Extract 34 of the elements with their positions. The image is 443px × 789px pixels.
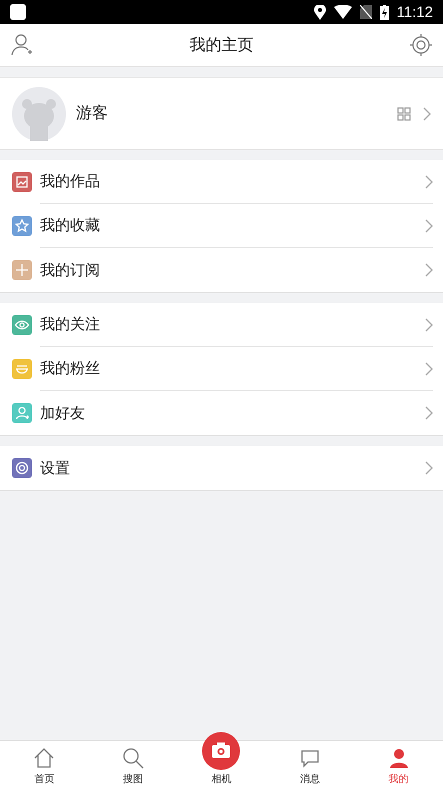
location-icon <box>314 4 326 20</box>
nav-tab[interactable]: 我的 <box>354 741 443 789</box>
chevron-icon <box>425 318 433 332</box>
nav-tab[interactable]: 首页 <box>0 741 89 789</box>
nav-tab[interactable]: 消息 <box>266 741 354 789</box>
menu-item[interactable]: 加好友 <box>40 404 425 422</box>
nav-tab[interactable]: 搜图 <box>88 741 178 789</box>
no-sim-icon <box>360 5 372 19</box>
qr-code-icon[interactable] <box>397 106 411 120</box>
menu-item[interactable]: 我的粉丝 <box>40 359 425 378</box>
page-title: 我的主页 <box>190 34 254 56</box>
wifi-icon <box>334 5 352 19</box>
chevron-icon <box>423 106 431 120</box>
battery-icon <box>380 4 389 20</box>
avatar <box>12 86 66 140</box>
chevron-icon <box>425 174 433 188</box>
profile-row[interactable]: 游客 <box>0 77 443 150</box>
settings-icon[interactable] <box>409 33 433 57</box>
menu-item[interactable]: 我的作品 <box>40 172 425 191</box>
menu-item[interactable]: 设置 <box>40 458 425 478</box>
search-icon <box>120 746 145 770</box>
menu-item[interactable]: 我的收藏 <box>40 216 425 235</box>
nav-tab[interactable]: 相机 <box>177 732 266 789</box>
menu-item[interactable]: 我的订阅 <box>40 260 425 280</box>
app-icon <box>10 4 26 20</box>
chevron-icon <box>425 406 433 420</box>
menu-item[interactable]: 我的关注 <box>40 315 425 334</box>
user-name: 游客 <box>76 103 109 124</box>
add-user-icon[interactable] <box>10 33 34 57</box>
clock: 11:12 <box>396 4 433 20</box>
chevron-icon <box>425 461 433 475</box>
chevron-icon <box>425 362 433 376</box>
chevron-icon <box>425 263 433 277</box>
chevron-icon <box>425 218 433 232</box>
